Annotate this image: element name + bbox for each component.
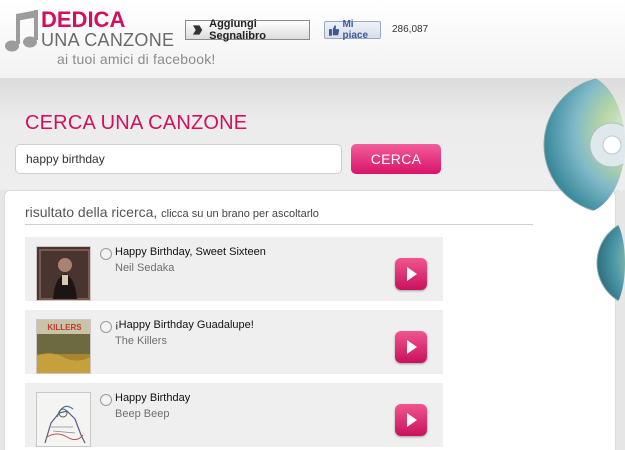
logo-subtitle: UNA CANZONE xyxy=(41,30,175,50)
like-count: 286,087 xyxy=(392,24,429,35)
cd-disc-icon xyxy=(596,221,625,305)
search-input[interactable] xyxy=(15,144,342,174)
music-note-icon xyxy=(100,394,112,406)
result-item[interactable]: Happy Birthday Beep Beep xyxy=(25,383,443,447)
play-button[interactable] xyxy=(395,258,427,290)
tagline: ai tuoi amici di facebook! xyxy=(57,51,216,67)
song-artist: Neil Sedaka xyxy=(115,262,175,274)
music-note-icon xyxy=(100,248,112,260)
results-hint: clicca su un brano per ascoltarlo xyxy=(161,208,319,220)
song-artist: Beep Beep xyxy=(115,408,170,420)
play-button[interactable] xyxy=(395,404,427,436)
like-button[interactable]: Mi piace xyxy=(324,19,381,41)
results-title: risultato della ricerca, xyxy=(25,204,158,220)
search-button[interactable]: CERCA xyxy=(351,144,441,174)
cd-disc-icon xyxy=(543,76,625,213)
svg-text:KILLERS: KILLERS xyxy=(47,323,82,332)
play-button[interactable] xyxy=(395,331,427,363)
header: DEDICA UNA CANZONE ai tuoi amici di face… xyxy=(0,0,625,78)
thumbs-up-icon xyxy=(329,24,340,36)
album-cover: KILLERS xyxy=(36,319,91,374)
song-title[interactable]: Happy Birthday, Sweet Sixteen xyxy=(115,246,266,258)
like-label: Mi piace xyxy=(342,19,369,41)
results-heading: risultato della ricerca, clicca su un br… xyxy=(25,204,319,220)
song-title[interactable]: Happy Birthday xyxy=(115,392,190,404)
result-item[interactable]: Happy Birthday, Sweet Sixteen Neil Sedak… xyxy=(25,237,443,301)
music-note-icon xyxy=(5,10,38,52)
search-title: CERCA UNA CANZONE xyxy=(25,112,248,134)
add-bookmark-label: Aggiungi Segnalibro xyxy=(209,18,266,42)
divider xyxy=(25,224,533,225)
music-note-icon xyxy=(100,321,112,333)
song-title[interactable]: ¡Happy Birthday Guadalupe! xyxy=(115,319,254,331)
album-cover xyxy=(36,246,91,301)
song-artist: The Killers xyxy=(115,335,167,347)
add-bookmark-button[interactable]: Aggiungi Segnalibro xyxy=(185,18,310,42)
logo-title: DEDICA xyxy=(41,7,126,32)
result-item[interactable]: KILLERS ¡Happy Birthday Guadalupe! The K… xyxy=(25,310,443,374)
bookmark-icon xyxy=(192,25,203,35)
album-cover xyxy=(36,392,91,447)
